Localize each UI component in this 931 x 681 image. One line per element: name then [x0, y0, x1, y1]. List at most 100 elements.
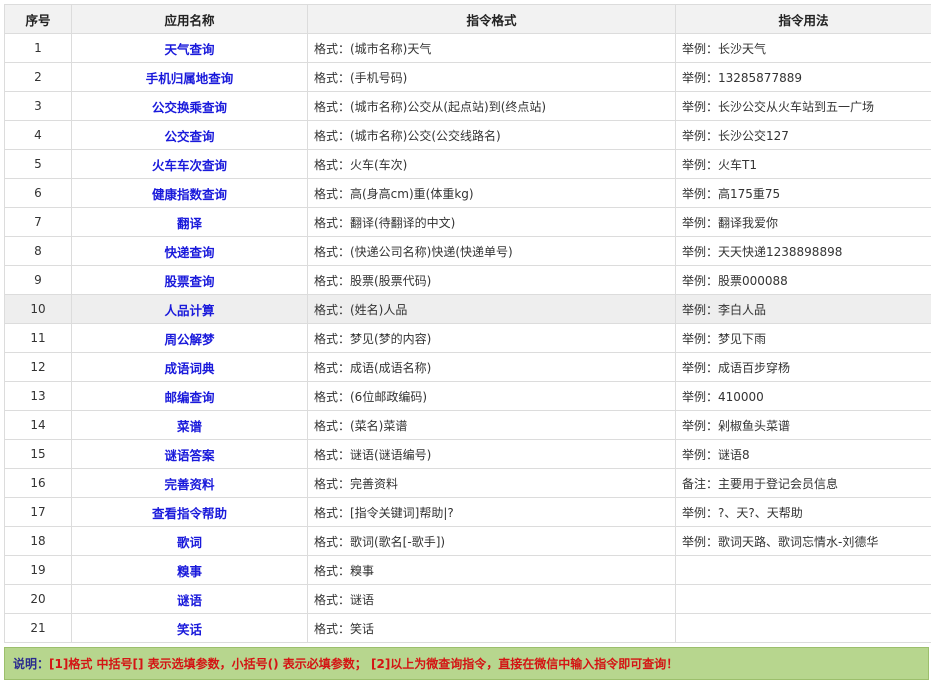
command-usage: 举例：歌词天路、歌词忘情水-刘德华 — [675, 526, 931, 556]
command-usage: 举例：高175重75 — [675, 178, 931, 208]
command-usage: 举例：410000 — [675, 381, 931, 411]
command-format: 格式：股票(股票代码) — [307, 265, 676, 295]
app-name-link[interactable]: 周公解梦 — [71, 323, 308, 353]
app-name-link[interactable]: 天气查询 — [71, 33, 308, 63]
table-row: 8 快递查询 格式：(快递公司名称)快递(快递单号) 举例：天天快递123889889… — [4, 236, 931, 266]
app-name-link[interactable]: 手机归属地查询 — [71, 62, 308, 92]
command-format: 格式：高(身高cm)重(体重kg) — [307, 178, 676, 208]
table-row: 2 手机归属地查询 格式：(手机号码) 举例：13285877889 — [4, 62, 931, 92]
command-usage — [675, 555, 931, 585]
command-usage: 举例：长沙天气 — [675, 33, 931, 63]
command-format: 格式：成语(成语名称) — [307, 352, 676, 382]
command-format: 格式：(手机号码) — [307, 62, 676, 92]
app-name-link[interactable]: 快递查询 — [71, 236, 308, 266]
app-name-link[interactable]: 公交查询 — [71, 120, 308, 150]
row-number: 7 — [4, 207, 72, 237]
command-format: 格式：(菜名)菜谱 — [307, 410, 676, 440]
app-name-link[interactable]: 翻译 — [71, 207, 308, 237]
app-name-link[interactable]: 股票查询 — [71, 265, 308, 295]
command-format: 格式：笑话 — [307, 613, 676, 643]
command-usage: 举例：股票000088 — [675, 265, 931, 295]
table-row: 5 火车车次查询 格式：火车(车次) 举例：火车T1 — [4, 149, 931, 179]
app-name-link[interactable]: 火车车次查询 — [71, 149, 308, 179]
command-format: 格式：火车(车次) — [307, 149, 676, 179]
table-row: 17 查看指令帮助 格式：[指令关键词]帮助|? 举例：?、天?、天帮助 — [4, 497, 931, 527]
header-command-usage: 指令用法 — [675, 4, 931, 34]
row-number: 11 — [4, 323, 72, 353]
row-number: 2 — [4, 62, 72, 92]
row-number: 16 — [4, 468, 72, 498]
table-row: 13 邮编查询 格式：(6位邮政编码) 举例：410000 — [4, 381, 931, 411]
row-number: 9 — [4, 265, 72, 295]
row-number: 15 — [4, 439, 72, 469]
command-usage — [675, 613, 931, 643]
app-name-link[interactable]: 成语词典 — [71, 352, 308, 382]
command-format: 格式：歌词(歌名[-歌手]) — [307, 526, 676, 556]
command-usage: 举例：剁椒鱼头菜谱 — [675, 410, 931, 440]
command-format: 格式：梦见(梦的内容) — [307, 323, 676, 353]
command-format: 格式：(姓名)人品 — [307, 294, 676, 324]
command-usage: 举例：?、天?、天帮助 — [675, 497, 931, 527]
row-number: 21 — [4, 613, 72, 643]
app-name-link[interactable]: 人品计算 — [71, 294, 308, 324]
table-row: 10 人品计算 格式：(姓名)人品 举例：李白人品 — [4, 294, 931, 324]
command-format: 格式：(6位邮政编码) — [307, 381, 676, 411]
app-name-link[interactable]: 邮编查询 — [71, 381, 308, 411]
command-usage: 举例：13285877889 — [675, 62, 931, 92]
row-number: 14 — [4, 410, 72, 440]
command-usage: 举例：翻译我爱你 — [675, 207, 931, 237]
command-format: 格式：谜语(谜语编号) — [307, 439, 676, 469]
table-row: 20 谜语 格式：谜语 — [4, 584, 931, 614]
table-row: 16 完善资料 格式：完善资料 备注：主要用于登记会员信息 — [4, 468, 931, 498]
command-format: 格式：谜语 — [307, 584, 676, 614]
row-number: 1 — [4, 33, 72, 63]
row-number: 20 — [4, 584, 72, 614]
footer-note: 说明： [1]格式 中括号[] 表示选填参数，小括号() 表示必填参数； [2]… — [4, 647, 929, 680]
table-row: 4 公交查询 格式：(城市名称)公交(公交线路名) 举例：长沙公交127 — [4, 120, 931, 150]
command-table: 序号 应用名称 指令格式 指令用法 1 天气查询 格式：(城市名称)天气 举例：长沙天… — [4, 4, 931, 643]
table-row: 7 翻译 格式：翻译(待翻译的中文) 举例：翻译我爱你 — [4, 207, 931, 237]
row-number: 5 — [4, 149, 72, 179]
app-name-link[interactable]: 公交换乘查询 — [71, 91, 308, 121]
row-number: 17 — [4, 497, 72, 527]
app-name-link[interactable]: 菜谱 — [71, 410, 308, 440]
table-body: 1 天气查询 格式：(城市名称)天气 举例：长沙天气 2 手机归属地查询 格式：(手机号码)… — [4, 33, 931, 643]
command-format: 格式：[指令关键词]帮助|? — [307, 497, 676, 527]
table-row: 6 健康指数查询 格式：高(身高cm)重(体重kg) 举例：高175重75 — [4, 178, 931, 208]
command-usage: 举例：谜语8 — [675, 439, 931, 469]
app-name-link[interactable]: 歌词 — [71, 526, 308, 556]
table-row: 21 笑话 格式：笑话 — [4, 613, 931, 643]
command-usage — [675, 584, 931, 614]
app-name-link[interactable]: 谜语答案 — [71, 439, 308, 469]
row-number: 18 — [4, 526, 72, 556]
header-app-name: 应用名称 — [71, 4, 308, 34]
app-name-link[interactable]: 健康指数查询 — [71, 178, 308, 208]
command-usage: 举例：成语百步穿杨 — [675, 352, 931, 382]
header-no: 序号 — [4, 4, 72, 34]
table-row: 1 天气查询 格式：(城市名称)天气 举例：长沙天气 — [4, 33, 931, 63]
table-row: 15 谜语答案 格式：谜语(谜语编号) 举例：谜语8 — [4, 439, 931, 469]
footer-text: [1]格式 中括号[] 表示选填参数，小括号() 表示必填参数； [2]以上为微… — [49, 657, 679, 671]
app-name-link[interactable]: 谜语 — [71, 584, 308, 614]
command-format: 格式：(快递公司名称)快递(快递单号) — [307, 236, 676, 266]
row-number: 10 — [4, 294, 72, 324]
row-number: 6 — [4, 178, 72, 208]
footer-label: 说明： — [13, 657, 50, 671]
table-row: 12 成语词典 格式：成语(成语名称) 举例：成语百步穿杨 — [4, 352, 931, 382]
command-usage: 举例：梦见下雨 — [675, 323, 931, 353]
table-row: 19 糗事 格式：糗事 — [4, 555, 931, 585]
app-name-link[interactable]: 完善资料 — [71, 468, 308, 498]
table-row: 18 歌词 格式：歌词(歌名[-歌手]) 举例：歌词天路、歌词忘情水-刘德华 — [4, 526, 931, 556]
command-format: 格式：糗事 — [307, 555, 676, 585]
table-row: 14 菜谱 格式：(菜名)菜谱 举例：剁椒鱼头菜谱 — [4, 410, 931, 440]
app-name-link[interactable]: 查看指令帮助 — [71, 497, 308, 527]
table-header-row: 序号 应用名称 指令格式 指令用法 — [4, 4, 931, 34]
command-table-page: 序号 应用名称 指令格式 指令用法 1 天气查询 格式：(城市名称)天气 举例：长沙天… — [0, 0, 931, 681]
row-number: 12 — [4, 352, 72, 382]
row-number: 8 — [4, 236, 72, 266]
app-name-link[interactable]: 笑话 — [71, 613, 308, 643]
row-number: 3 — [4, 91, 72, 121]
table-row: 3 公交换乘查询 格式：(城市名称)公交从(起点站)到(终点站) 举例：长沙公交从火车… — [4, 91, 931, 121]
header-command-format: 指令格式 — [307, 4, 676, 34]
app-name-link[interactable]: 糗事 — [71, 555, 308, 585]
